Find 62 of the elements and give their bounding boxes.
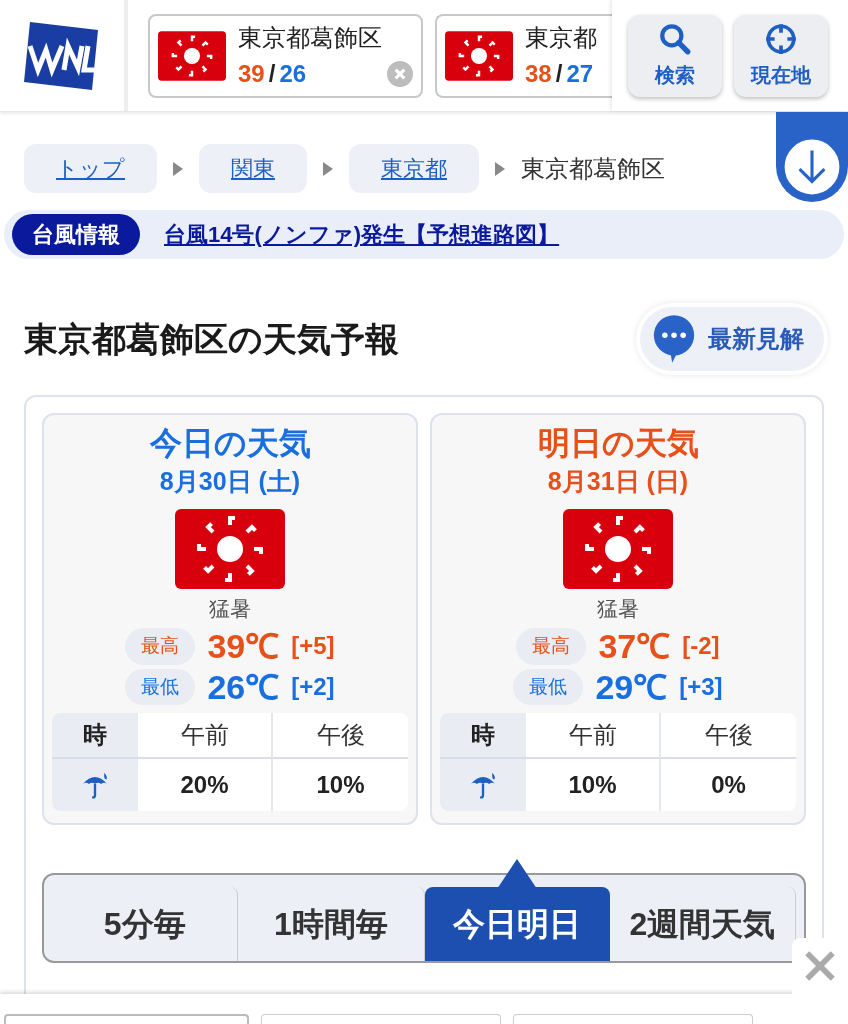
table-header-cell: 午後 <box>661 713 796 759</box>
chevron-icon <box>323 161 333 176</box>
scroll-down-button[interactable] <box>776 112 848 202</box>
table-header-cell: 時 <box>440 713 526 759</box>
table-header-cell: 午後 <box>273 713 408 759</box>
umbrella-icon <box>80 770 110 800</box>
breadcrumb-current: 東京都葛飾区 <box>521 153 665 184</box>
chevron-icon <box>495 161 505 176</box>
temperature-difference: [+5] <box>291 631 335 662</box>
umbrella-icon <box>468 770 498 800</box>
breadcrumb-link[interactable]: トップ <box>24 144 157 193</box>
favorite-location-card[interactable]: 東京都葛飾区 39 / 26 <box>148 13 423 98</box>
separator: / <box>268 58 276 89</box>
temperature-difference: [-2] <box>682 631 720 662</box>
page-title: 東京都葛飾区の天気予報 <box>24 318 399 360</box>
high-temperature: 38 <box>525 58 552 89</box>
location-name: 東京都 <box>525 22 598 53</box>
typhoon-link[interactable]: 台風14号(ノンファ)発生【予想進路図】 <box>164 218 560 251</box>
breadcrumb-link[interactable]: 関東 <box>199 144 307 193</box>
tab-pointer-icon <box>497 859 538 889</box>
weather-label: 猛暑 <box>209 595 251 622</box>
crosshair-icon <box>764 21 798 56</box>
table-header-cell: 午前 <box>138 713 273 759</box>
table-cell: 10% <box>526 759 661 811</box>
temperature-difference: [+3] <box>679 671 723 702</box>
forecast-tab[interactable]: 1時間毎 <box>238 887 425 961</box>
weather-label: 猛暑 <box>597 595 639 622</box>
favorite-location-card[interactable]: 東京都 38 / 27 <box>435 13 612 98</box>
temperature-value: 26℃ <box>207 669 280 704</box>
temperature-label: 最低 <box>125 668 196 705</box>
high-temperature: 39 <box>238 58 265 89</box>
temperature-value: 39℃ <box>207 629 280 664</box>
sunny-weather-icon <box>175 508 285 589</box>
temperature-value: 29℃ <box>595 669 668 704</box>
table-cell: 20% <box>138 759 273 811</box>
table-cell-text: 0% <box>710 770 747 800</box>
temperature-label: 最低 <box>513 668 584 705</box>
current-location-button[interactable]: 現在地 <box>734 14 828 97</box>
location-name: 東京都葛飾区 <box>238 22 383 53</box>
temperature-label: 最高 <box>125 628 196 665</box>
table-header-cell: 時 <box>52 713 138 759</box>
search-button[interactable]: 検索 <box>628 14 722 97</box>
search-icon <box>658 21 692 56</box>
table-header-cell: 午前 <box>526 713 661 759</box>
day-date: 8月30日 (土) <box>159 466 301 497</box>
table-cell-text: 10% <box>315 770 366 800</box>
day-date: 8月31日 (日) <box>547 466 689 497</box>
separator: / <box>555 58 563 89</box>
typhoon-badge: 台風情報 <box>12 214 140 255</box>
breadcrumb-link[interactable]: 東京都 <box>349 144 479 193</box>
sunny-weather-icon <box>563 508 673 589</box>
speech-bubble-icon <box>652 315 696 363</box>
low-temperature: 26 <box>279 58 307 89</box>
low-temperature: 27 <box>566 58 594 89</box>
forecast-tab[interactable]: 5分毎 <box>52 887 239 961</box>
chevron-icon <box>173 161 183 176</box>
temperature-value: 37℃ <box>598 629 671 664</box>
temperature-label: 最高 <box>516 628 587 665</box>
temperature-difference: [+2] <box>291 671 335 702</box>
day-title: 今日の天気 <box>149 424 311 463</box>
close-icon <box>803 949 837 983</box>
day-title: 明日の天気 <box>537 424 699 463</box>
